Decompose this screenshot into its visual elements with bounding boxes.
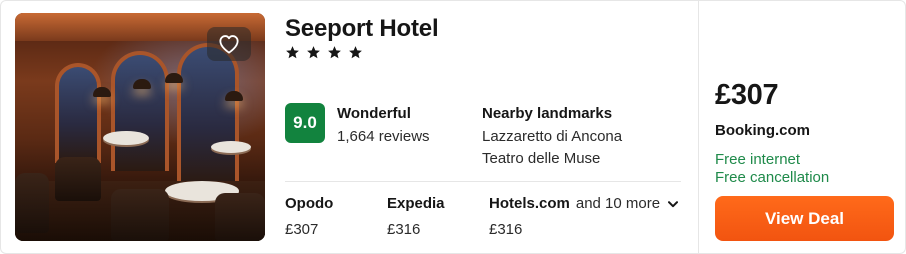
star-icon <box>307 46 320 59</box>
rating-score-badge: 9.0 <box>285 103 325 143</box>
star-icon <box>349 46 362 59</box>
star-icon <box>328 46 341 59</box>
view-deal-button[interactable]: View Deal <box>715 196 894 241</box>
provider-hotels-com[interactable]: Hotels.com and 10 more £316 <box>489 195 679 238</box>
rating-label: Wonderful <box>337 105 411 122</box>
star-rating <box>285 45 363 60</box>
provider-price: £316 <box>387 221 421 238</box>
review-count[interactable]: 1,664 reviews <box>337 128 430 145</box>
chevron-down-icon[interactable] <box>668 200 679 208</box>
provider-name: Opodo <box>285 195 334 212</box>
provider-name-row: Hotels.com and 10 more <box>489 195 679 212</box>
amenity-free-cancellation: Free cancellation <box>715 169 830 186</box>
amenity-free-internet: Free internet <box>715 151 801 168</box>
provider-price: £316 <box>489 221 523 238</box>
deal-source: Booking.com <box>715 122 811 139</box>
deal-price: £307 <box>715 79 779 111</box>
hotel-result-card[interactable]: Seeport Hotel 9.0 Wonderful 1,664 review… <box>0 0 906 254</box>
hotel-name[interactable]: Seeport Hotel <box>285 15 439 43</box>
provider-name: Hotels.com <box>489 195 570 212</box>
landmarks-title: Nearby landmarks <box>482 105 613 122</box>
section-divider <box>285 181 681 182</box>
favorite-button[interactable] <box>207 27 251 61</box>
star-icon <box>286 46 299 59</box>
landmark-item: Lazzaretto di Ancona <box>482 128 623 145</box>
provider-name: Expedia <box>387 195 445 212</box>
provider-expedia[interactable]: Expedia £316 <box>387 195 445 238</box>
provider-opodo[interactable]: Opodo £307 <box>285 195 333 238</box>
more-providers-link[interactable]: and 10 more <box>576 195 660 212</box>
landmark-item: Teatro delle Muse <box>482 150 601 167</box>
deal-divider <box>698 1 699 253</box>
heart-outline-icon <box>219 35 239 54</box>
provider-price: £307 <box>285 221 319 238</box>
